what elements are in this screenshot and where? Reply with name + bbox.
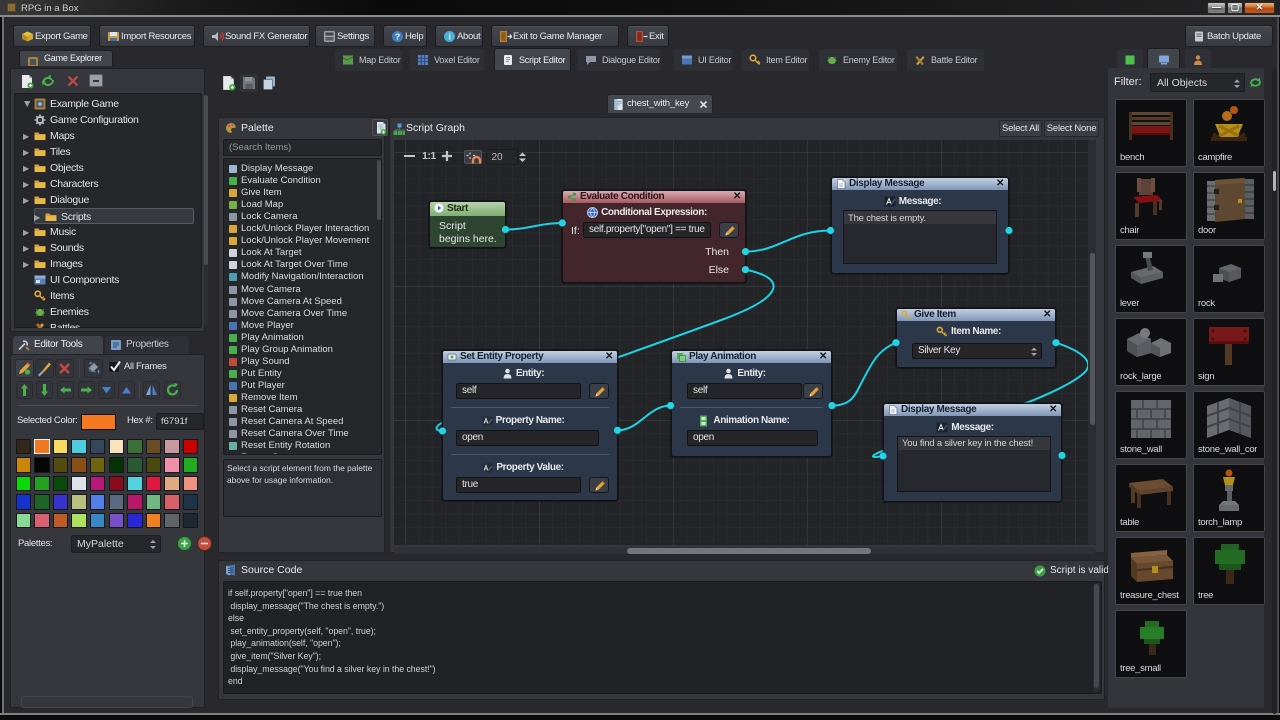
svg-text:?: ? xyxy=(395,32,400,42)
svg-text:i: i xyxy=(448,32,450,42)
